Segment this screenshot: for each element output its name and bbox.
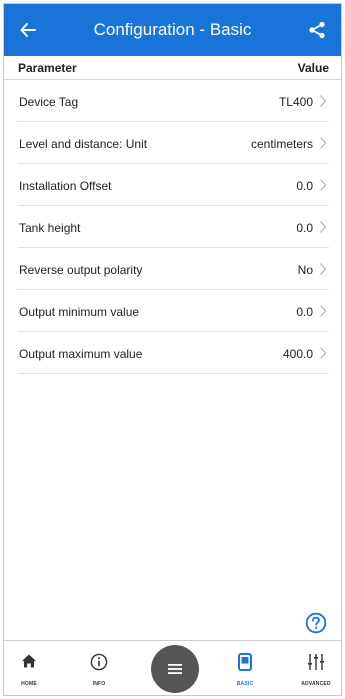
share-button[interactable] bbox=[303, 16, 331, 44]
chevron-right-icon bbox=[320, 179, 327, 191]
row-label: Level and distance: Unit bbox=[19, 137, 148, 151]
share-icon bbox=[309, 21, 325, 39]
row-value: 0.0 bbox=[296, 305, 313, 319]
row-value: centimeters bbox=[250, 137, 313, 151]
nav-info[interactable]: INFO bbox=[77, 641, 121, 695]
nav-advanced-label: ADVANCED bbox=[301, 681, 331, 687]
chevron-right-icon bbox=[320, 95, 327, 107]
app-bar: Configuration - Basic bbox=[4, 4, 341, 56]
row-level-distance-unit[interactable]: Level and distance: Unit centimeters bbox=[18, 122, 329, 164]
nav-home-label: HOME bbox=[21, 681, 37, 687]
row-output-maximum-value[interactable]: Output maximum value 400.0 bbox=[18, 332, 329, 374]
column-header: Parameter Value bbox=[4, 56, 341, 80]
device-icon bbox=[238, 653, 252, 671]
chevron-right-icon bbox=[320, 263, 327, 275]
row-value: No bbox=[297, 263, 313, 277]
row-value: 0.0 bbox=[296, 179, 313, 193]
bottom-nav: HOME INFO BASIC ADVANCED bbox=[4, 640, 341, 695]
row-label: Device Tag bbox=[19, 95, 79, 109]
row-label: Tank height bbox=[19, 221, 81, 235]
row-label: Installation Offset bbox=[19, 179, 112, 193]
chevron-right-icon bbox=[320, 221, 327, 233]
page-title: Configuration - Basic bbox=[93, 20, 252, 39]
row-value: TL400 bbox=[278, 95, 313, 109]
row-installation-offset[interactable]: Installation Offset 0.0 bbox=[18, 164, 329, 206]
parameter-list: Device Tag TL400 Level and distance: Uni… bbox=[4, 80, 341, 374]
row-value: 400.0 bbox=[282, 347, 313, 361]
row-value: 0.0 bbox=[296, 221, 313, 235]
home-icon bbox=[22, 654, 36, 668]
nav-basic[interactable]: BASIC bbox=[223, 641, 267, 695]
row-label: Output maximum value bbox=[19, 347, 143, 361]
nav-info-label: INFO bbox=[92, 681, 106, 687]
chevron-right-icon bbox=[320, 137, 327, 149]
row-label: Output minimum value bbox=[19, 305, 140, 319]
app-frame: Configuration - Basic Parameter Value De… bbox=[3, 3, 342, 696]
row-tank-height[interactable]: Tank height 0.0 bbox=[18, 206, 329, 248]
row-device-tag[interactable]: Device Tag TL400 bbox=[18, 80, 329, 122]
help-icon[interactable] bbox=[305, 612, 327, 634]
menu-icon bbox=[168, 664, 182, 674]
row-output-minimum-value[interactable]: Output minimum value 0.0 bbox=[18, 290, 329, 332]
value-column-label: Value bbox=[297, 61, 329, 75]
parameter-column-label: Parameter bbox=[18, 61, 77, 75]
info-icon bbox=[90, 653, 108, 671]
menu-button[interactable] bbox=[151, 645, 199, 693]
chevron-right-icon bbox=[320, 347, 327, 359]
nav-basic-label: BASIC bbox=[236, 681, 254, 687]
row-reverse-output-polarity[interactable]: Reverse output polarity No bbox=[18, 248, 329, 290]
sliders-icon bbox=[308, 654, 324, 670]
nav-home[interactable]: HOME bbox=[7, 641, 51, 695]
nav-advanced[interactable]: ADVANCED bbox=[294, 641, 338, 695]
row-label: Reverse output polarity bbox=[19, 263, 143, 277]
chevron-right-icon bbox=[320, 305, 327, 317]
